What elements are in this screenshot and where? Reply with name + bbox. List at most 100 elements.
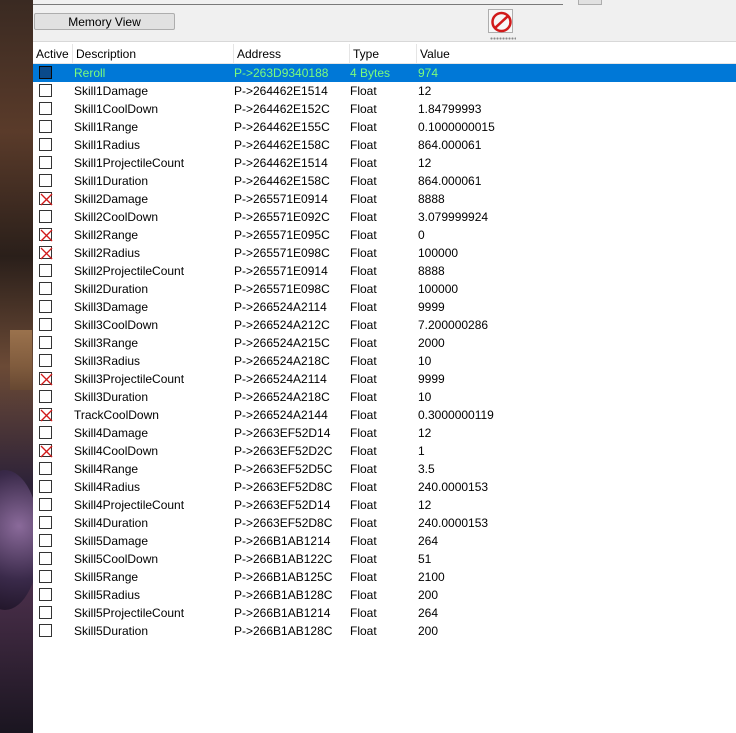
type-cell: Float — [350, 336, 377, 350]
type-cell: Float — [350, 210, 377, 224]
active-checkbox[interactable] — [39, 588, 52, 601]
table-row[interactable]: Skill2Radius P->265571E098C Float 100000 — [33, 244, 736, 262]
table-row[interactable]: Skill4Duration P->2663EF52D8C Float 240.000… — [33, 514, 736, 532]
address-cell: P->264462E1514 — [234, 156, 328, 170]
active-checkbox[interactable] — [39, 498, 52, 511]
active-checkbox[interactable] — [39, 516, 52, 529]
description-cell: Skill3Duration — [74, 390, 149, 404]
type-cell: Float — [350, 192, 377, 206]
column-header-value[interactable]: Value — [417, 44, 736, 63]
value-cell: 0.3000000119 — [418, 408, 494, 422]
active-checkbox[interactable] — [39, 354, 52, 367]
table-row[interactable]: Skill2ProjectileCount P->265571E0914 Float… — [33, 262, 736, 280]
active-checkbox[interactable] — [39, 570, 52, 583]
table-row[interactable]: Skill4Range P->2663EF52D5C Float 3.5 — [33, 460, 736, 478]
description-cell: Skill3Damage — [74, 300, 149, 314]
active-checkbox[interactable] — [39, 534, 52, 547]
table-row[interactable]: Skill3Duration P->266524A218C Float 10 — [33, 388, 736, 406]
column-header-active[interactable]: Active — [33, 44, 73, 63]
table-row[interactable]: Skill4Damage P->2663EF52D14 Float 12 — [33, 424, 736, 442]
type-cell: Float — [350, 228, 377, 242]
address-cell: P->265571E0914 — [234, 192, 328, 206]
table-row[interactable]: Skill3Damage P->266524A2114 Float 9999 — [33, 298, 736, 316]
type-cell: Float — [350, 444, 377, 458]
active-checkbox[interactable] — [39, 462, 52, 475]
address-cell: P->2663EF52D2C — [234, 444, 333, 458]
table-row[interactable]: Skill5Range P->266B1AB125C Float 2100 — [33, 568, 736, 586]
address-cell: P->266524A2144 — [234, 408, 328, 422]
active-checkbox[interactable] — [39, 552, 52, 565]
active-checkbox[interactable] — [39, 624, 52, 637]
address-cell: P->264462E158C — [234, 174, 330, 188]
table-row[interactable]: Skill5Radius P->266B1AB128C Float 200 — [33, 586, 736, 604]
active-checkbox[interactable] — [39, 66, 52, 79]
active-checkbox[interactable] — [39, 444, 53, 458]
column-header-description[interactable]: Description — [73, 44, 234, 63]
table-row[interactable]: Skill4CoolDown P->2663EF52D2C Float 1 — [33, 442, 736, 460]
active-checkbox[interactable] — [39, 264, 52, 277]
table-row[interactable]: Skill1Duration P->264462E158C Float 864.000… — [33, 172, 736, 190]
active-checkbox[interactable] — [39, 192, 53, 206]
value-cell: 864.000061 — [418, 138, 482, 152]
description-cell: Skill5Radius — [74, 588, 141, 602]
table-row[interactable]: Skill1ProjectileCount P->264462E1514 Float… — [33, 154, 736, 172]
active-checkbox[interactable] — [39, 102, 52, 115]
description-cell: Skill1CoolDown — [74, 102, 159, 116]
table-row[interactable]: Skill2Damage P->265571E0914 Float 8888 — [33, 190, 736, 208]
type-cell: Float — [350, 480, 377, 494]
table-row[interactable]: Skill3CoolDown P->266524A212C Float 7.20000… — [33, 316, 736, 334]
partial-button[interactable] — [578, 0, 602, 5]
stop-button[interactable] — [488, 9, 513, 33]
partial-input-field[interactable] — [33, 0, 563, 5]
active-checkbox[interactable] — [39, 156, 52, 169]
splitter-grip[interactable] — [490, 37, 516, 40]
address-cell: P->266B1AB1214 — [234, 534, 331, 548]
table-row[interactable]: Skill1Range P->264462E155C Float 0.10000000… — [33, 118, 736, 136]
table-row[interactable]: Skill1Damage P->264462E1514 Float 12 — [33, 82, 736, 100]
column-header-address[interactable]: Address — [234, 44, 350, 63]
table-row[interactable]: Skill2Duration P->265571E098C Float 100000 — [33, 280, 736, 298]
address-cell: P->266B1AB128C — [234, 624, 333, 638]
active-checkbox[interactable] — [39, 408, 53, 422]
active-checkbox[interactable] — [39, 480, 52, 493]
table-row[interactable]: Skill3Radius P->266524A218C Float 10 — [33, 352, 736, 370]
memory-view-button[interactable]: Memory View — [34, 13, 175, 30]
description-cell: Skill4CoolDown — [74, 444, 159, 458]
table-row[interactable]: Skill5CoolDown P->266B1AB122C Float 51 — [33, 550, 736, 568]
active-checkbox[interactable] — [39, 84, 52, 97]
active-checkbox[interactable] — [39, 282, 52, 295]
table-row[interactable]: Skill5Duration P->266B1AB128C Float 200 — [33, 622, 736, 640]
table-row[interactable]: Skill2Range P->265571E095C Float 0 — [33, 226, 736, 244]
type-cell: Float — [350, 318, 377, 332]
table-row[interactable]: Skill1Radius P->264462E158C Float 864.00006… — [33, 136, 736, 154]
active-checkbox[interactable] — [39, 372, 53, 386]
active-checkbox[interactable] — [39, 300, 52, 313]
type-cell: Float — [350, 552, 377, 566]
table-row[interactable]: Skill5ProjectileCount P->266B1AB1214 Float… — [33, 604, 736, 622]
active-checkbox[interactable] — [39, 606, 52, 619]
type-cell: Float — [350, 588, 377, 602]
table-row[interactable]: TrackCoolDown P->266524A2144 Float 0.300000… — [33, 406, 736, 424]
address-cell: P->266524A212C — [234, 318, 330, 332]
table-row[interactable]: Skill5Damage P->266B1AB1214 Float 264 — [33, 532, 736, 550]
active-checkbox[interactable] — [39, 318, 52, 331]
active-checkbox[interactable] — [39, 246, 53, 260]
table-row[interactable]: Skill1CoolDown P->264462E152C Float 1.84799… — [33, 100, 736, 118]
description-cell: Skill1Duration — [74, 174, 149, 188]
table-row[interactable]: Skill4ProjectileCount P->2663EF52D14 Float… — [33, 496, 736, 514]
value-cell: 9999 — [418, 300, 445, 314]
active-checkbox[interactable] — [39, 426, 52, 439]
column-header-type[interactable]: Type — [350, 44, 417, 63]
table-row[interactable]: Skill3Range P->266524A215C Float 2000 — [33, 334, 736, 352]
table-row[interactable]: Reroll P->263D9340188 4 Bytes 974 — [33, 64, 736, 82]
active-checkbox[interactable] — [39, 390, 52, 403]
active-checkbox[interactable] — [39, 210, 52, 223]
table-row[interactable]: Skill3ProjectileCount P->266524A2114 Float… — [33, 370, 736, 388]
active-checkbox[interactable] — [39, 336, 52, 349]
active-checkbox[interactable] — [39, 138, 52, 151]
table-row[interactable]: Skill4Radius P->2663EF52D8C Float 240.00001… — [33, 478, 736, 496]
active-checkbox[interactable] — [39, 228, 53, 242]
active-checkbox[interactable] — [39, 174, 52, 187]
table-row[interactable]: Skill2CoolDown P->265571E092C Float 3.07999… — [33, 208, 736, 226]
active-checkbox[interactable] — [39, 120, 52, 133]
